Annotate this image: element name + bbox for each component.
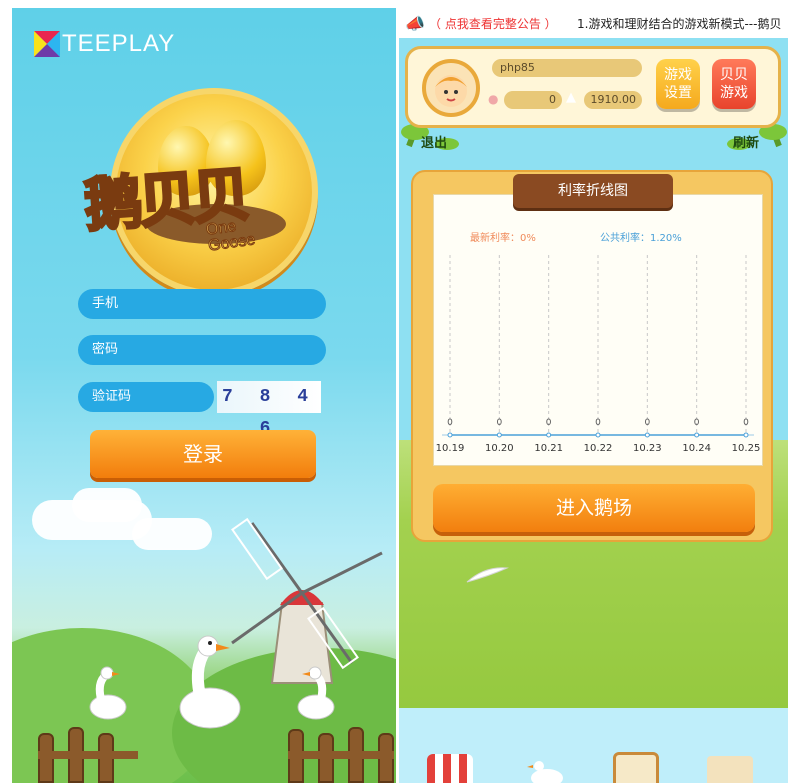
chart-data-label: 0 bbox=[694, 418, 700, 428]
chart-point bbox=[546, 432, 552, 438]
chart-tick-label: 10.25 bbox=[732, 443, 761, 454]
chart-point bbox=[447, 432, 453, 438]
feather-icon bbox=[466, 567, 509, 583]
cloud bbox=[132, 518, 212, 550]
chart-tick-label: 10.19 bbox=[436, 443, 465, 454]
bottom-nav bbox=[399, 708, 788, 783]
megaphone-icon: 📣 bbox=[405, 14, 425, 33]
logout-button[interactable]: 退出 bbox=[421, 132, 447, 151]
phone-field[interactable]: 手机 bbox=[78, 289, 326, 319]
chart-data-label: 0 bbox=[496, 418, 502, 428]
coin-balance: 1910.00 bbox=[584, 91, 642, 109]
chart-point bbox=[694, 432, 700, 438]
login-screen: TEEPLAY 鹅贝贝 One Goose 手机 密码 验证码 7 8 4 6 … bbox=[12, 8, 396, 783]
rate-chart-svg: 最新利率：0% 公共利率：1.20% 0 10.19 0 10.20 0 10.21 0 10… bbox=[436, 231, 761, 454]
egg-count: 0 bbox=[504, 91, 562, 109]
user-panel: php85 ● 0 ▲ 1910.00 游戏设置 贝贝游戏 bbox=[405, 46, 781, 128]
cloud bbox=[72, 488, 142, 522]
chart-point bbox=[595, 432, 601, 438]
shop-icon[interactable] bbox=[427, 754, 473, 783]
chart-point bbox=[644, 432, 650, 438]
avatar[interactable] bbox=[422, 59, 480, 117]
enter-farm-button[interactable]: 进入鹅场 bbox=[433, 484, 755, 532]
username: php85 bbox=[492, 59, 642, 77]
game-screen: 📣 （ 点我查看完整公告 ） 1.游戏和理财结合的游戏新模式---鹅贝 php8… bbox=[399, 8, 788, 783]
announcement-link[interactable]: （ 点我查看完整公告 ） bbox=[429, 15, 557, 32]
password-field[interactable]: 密码 bbox=[78, 335, 326, 365]
goose-icon bbox=[89, 666, 127, 720]
avatar-icon bbox=[435, 75, 467, 107]
brand-logo: TEEPLAY bbox=[34, 30, 175, 58]
goose-count-icon: ▲ bbox=[566, 90, 576, 105]
chart-tick-label: 10.20 bbox=[485, 443, 514, 454]
chart-title: 利率折线图 bbox=[513, 174, 673, 208]
goose-nav-icon[interactable] bbox=[523, 758, 569, 783]
latest-rate-label: 最新利率：0% bbox=[470, 231, 536, 244]
chart-data-label: 0 bbox=[447, 418, 453, 428]
chart-point bbox=[743, 432, 749, 438]
beibei-game-button[interactable]: 贝贝游戏 bbox=[712, 59, 756, 109]
rate-chart-card: 最新利率：0% 公共利率：1.20% 0 10.19 0 10.20 0 10.21 0 10… bbox=[411, 170, 773, 542]
captcha-field[interactable]: 验证码 bbox=[78, 382, 214, 412]
chart-tick-label: 10.21 bbox=[534, 443, 563, 454]
chart-data-label: 0 bbox=[546, 418, 552, 428]
goose-icon bbox=[179, 635, 241, 729]
chart-tick-label: 10.22 bbox=[584, 443, 613, 454]
login-button[interactable]: 登录 bbox=[90, 430, 316, 478]
announcement-bar: 📣 （ 点我查看完整公告 ） 1.游戏和理财结合的游戏新模式---鹅贝 bbox=[399, 8, 788, 38]
clipboard-icon[interactable] bbox=[613, 752, 659, 783]
rate-chart: 最新利率：0% 公共利率：1.20% 0 10.19 0 10.20 0 10.21 0 10… bbox=[433, 194, 763, 466]
chart-data-label: 0 bbox=[743, 418, 749, 428]
chart-data-label: 0 bbox=[595, 418, 601, 428]
teeplay-logo-icon bbox=[34, 31, 60, 57]
goose-icon bbox=[297, 666, 335, 720]
chart-point bbox=[496, 432, 502, 438]
egg-icon: ● bbox=[488, 92, 499, 106]
scroll-icon[interactable] bbox=[707, 756, 753, 783]
game-settings-button[interactable]: 游戏设置 bbox=[656, 59, 700, 109]
chart-tick-label: 10.24 bbox=[682, 443, 711, 454]
refresh-button[interactable]: 刷新 bbox=[733, 132, 759, 151]
captcha-image[interactable]: 7 8 4 6 bbox=[217, 381, 321, 439]
fence bbox=[38, 725, 396, 783]
announcement-marquee: 1.游戏和理财结合的游戏新模式---鹅贝 bbox=[577, 17, 782, 31]
chart-tick-label: 10.23 bbox=[633, 443, 662, 454]
chart-data-label: 0 bbox=[644, 418, 650, 428]
public-rate-label: 公共利率：1.20% bbox=[600, 231, 682, 244]
brand-name: TEEPLAY bbox=[62, 30, 176, 57]
